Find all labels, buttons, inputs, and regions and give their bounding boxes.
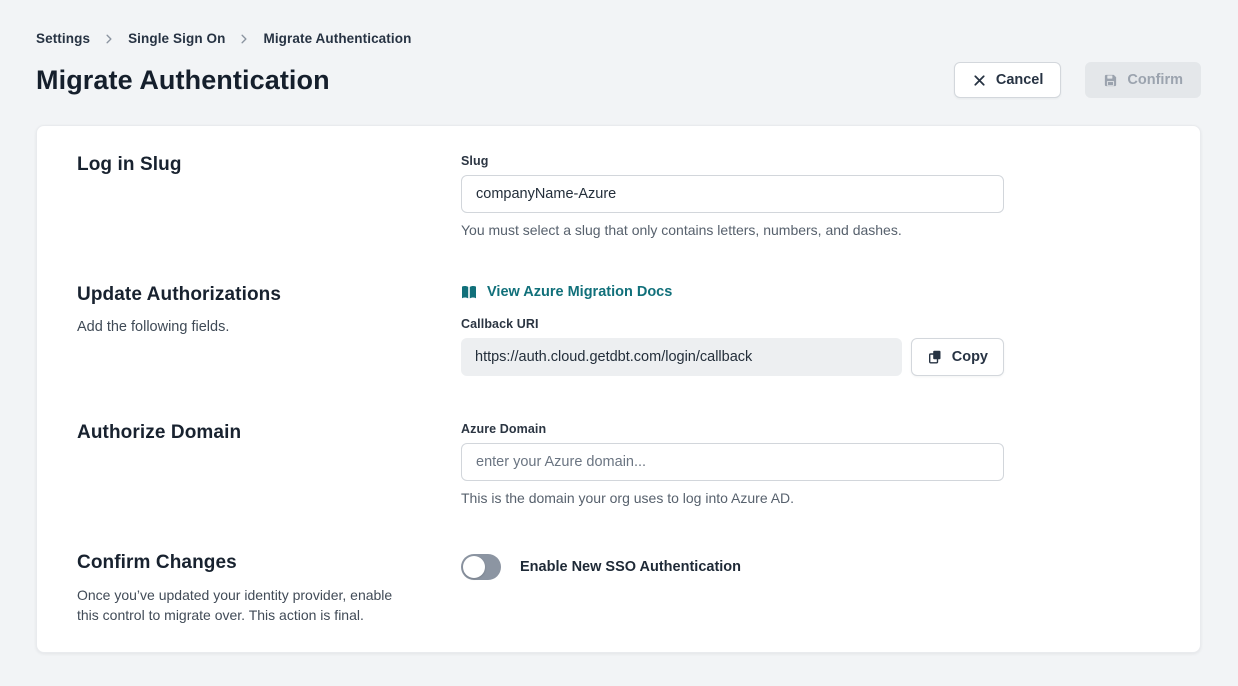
breadcrumb-settings[interactable]: Settings xyxy=(36,31,90,46)
copy-button[interactable]: Copy xyxy=(911,338,1004,376)
slug-input[interactable] xyxy=(461,175,1004,213)
azure-migration-docs-link[interactable]: View Azure Migration Docs xyxy=(461,284,672,300)
azure-domain-help-text: This is the domain your org uses to log … xyxy=(461,490,1004,506)
top-bar: Settings Single Sign On Migrate Authenti… xyxy=(0,0,1238,46)
confirm-button-label: Confirm xyxy=(1127,72,1183,88)
x-icon xyxy=(972,73,987,88)
callback-uri-value: https://auth.cloud.getdbt.com/login/call… xyxy=(461,338,902,376)
cancel-button-label: Cancel xyxy=(996,72,1044,88)
confirm-changes-heading: Confirm Changes xyxy=(77,552,417,574)
callback-uri-label: Callback URI xyxy=(461,317,1004,331)
page-header: Migrate Authentication Cancel Confirm xyxy=(0,62,1238,98)
toggle-knob xyxy=(463,556,485,578)
breadcrumb-single-sign-on[interactable]: Single Sign On xyxy=(128,31,225,46)
azure-migration-docs-link-label: View Azure Migration Docs xyxy=(487,284,672,300)
copy-icon xyxy=(927,349,943,365)
book-icon xyxy=(461,285,477,300)
section-login-slug: Log in Slug Slug You must select a slug … xyxy=(77,154,1160,238)
save-icon xyxy=(1103,73,1118,88)
cancel-button[interactable]: Cancel xyxy=(954,62,1062,98)
settings-card: Log in Slug Slug You must select a slug … xyxy=(36,125,1201,653)
copy-button-label: Copy xyxy=(952,349,988,365)
slug-help-text: You must select a slug that only contain… xyxy=(461,222,1004,238)
azure-domain-input[interactable] xyxy=(461,443,1004,481)
update-authorizations-heading: Update Authorizations xyxy=(77,284,417,306)
breadcrumb-migrate-authentication: Migrate Authentication xyxy=(263,31,411,46)
confirm-button[interactable]: Confirm xyxy=(1085,62,1201,98)
section-update-authorizations: Update Authorizations Add the following … xyxy=(77,284,1160,376)
chevron-right-icon xyxy=(238,33,250,45)
enable-sso-toggle-label: Enable New SSO Authentication xyxy=(520,559,741,575)
slug-label: Slug xyxy=(461,154,1004,168)
page-title: Migrate Authentication xyxy=(36,65,330,96)
header-actions: Cancel Confirm xyxy=(954,62,1201,98)
breadcrumb: Settings Single Sign On Migrate Authenti… xyxy=(36,31,1202,46)
authorize-domain-heading: Authorize Domain xyxy=(77,422,417,444)
confirm-changes-description: Once you’ve updated your identity provid… xyxy=(77,585,417,626)
login-slug-heading: Log in Slug xyxy=(77,154,417,176)
section-confirm-changes: Confirm Changes Once you’ve updated your… xyxy=(77,552,1160,626)
azure-domain-label: Azure Domain xyxy=(461,422,1004,436)
section-authorize-domain: Authorize Domain Azure Domain This is th… xyxy=(77,422,1160,506)
update-authorizations-subtext: Add the following fields. xyxy=(77,317,417,338)
chevron-right-icon xyxy=(103,33,115,45)
enable-sso-toggle[interactable] xyxy=(461,554,501,580)
